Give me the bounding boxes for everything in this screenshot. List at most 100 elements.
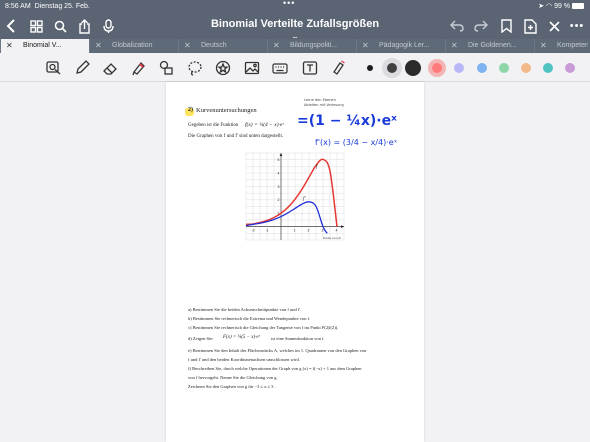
color-swatch-orange[interactable]: [521, 63, 531, 73]
tab-binomial[interactable]: ✕ Binomial V...: [0, 39, 94, 53]
tab-close-icon[interactable]: ✕: [451, 39, 458, 53]
tab-close-icon[interactable]: ✕: [95, 39, 102, 53]
pen-icon[interactable]: [73, 59, 91, 77]
x-tick-label: 3: [322, 229, 324, 233]
color-swatch-teal[interactable]: [543, 63, 553, 73]
x-tick-label: 2: [308, 229, 310, 233]
status-time: 8:56 AM: [5, 3, 31, 10]
multitasking-dots-icon[interactable]: •••: [283, 0, 295, 10]
task-number: 2): [188, 107, 193, 113]
task-b: b) Bestimmen Sie rechnerisch die Extrema…: [188, 316, 311, 321]
x-tick-label: -2: [252, 229, 255, 233]
color-swatch-black-large[interactable]: [405, 60, 421, 76]
tab-die-goldenen[interactable]: ✕ Die Goldenen...: [445, 39, 539, 53]
color-swatch-darkgray[interactable]: [387, 63, 397, 73]
close-icon[interactable]: [544, 16, 564, 36]
handwritten-derivative: f'(x) = (3/4 − x/4)·eˣ: [315, 138, 398, 147]
color-swatch-red[interactable]: [432, 63, 442, 73]
x-tick-label: 4: [336, 229, 338, 233]
tab-close-icon[interactable]: ✕: [362, 39, 369, 53]
task-a: a) Bestimmen Sie die beiden Achsenschnit…: [188, 307, 302, 312]
microphone-icon[interactable]: [98, 16, 118, 36]
task-title: Kurvenuntersuchungen: [196, 107, 257, 114]
battery-icon: [572, 3, 584, 10]
tab-bar: ✕ Binomial V... ✕ Globalization ✕ Deutsch ✕…: [0, 38, 590, 53]
y-tick-label: 3: [278, 185, 280, 189]
grid-view-icon[interactable]: [26, 16, 46, 36]
tab-close-icon[interactable]: ✕: [6, 39, 13, 53]
title-bar: Binomial Verteilte Zufallsgrößen ⌄ •••: [0, 13, 590, 41]
wifi-icon: ◠: [546, 3, 553, 10]
shapes-icon[interactable]: [157, 59, 175, 77]
star-sticker-icon[interactable]: [214, 59, 232, 77]
image-icon[interactable]: [243, 59, 261, 77]
keyboard-icon[interactable]: [271, 59, 289, 77]
text-box-icon[interactable]: [301, 59, 319, 77]
lasso-icon[interactable]: [186, 59, 204, 77]
color-swatch-lavender[interactable]: [454, 63, 464, 73]
margin-note-1: Lerne den Ebenen: [304, 98, 336, 102]
more-icon[interactable]: •••: [567, 16, 587, 36]
tab-bildungspolitik[interactable]: ✕ Bildungspoliti...: [267, 39, 361, 53]
highlighter-icon[interactable]: [129, 59, 147, 77]
tab-paedagogik[interactable]: ✕ Pädagogik Ler...: [356, 39, 450, 53]
task-d: d) Zeigen Sie:: [188, 336, 214, 341]
label-fprime: f': [303, 197, 306, 202]
tab-deutsch[interactable]: ✕ Deutsch: [178, 39, 272, 53]
function-definition: f(x) = ¼(4 − x)·eˣ: [245, 122, 284, 128]
curve-f: [245, 158, 338, 227]
tool-bar: [0, 53, 590, 82]
status-bar: 8:56 AM Dienstag 25. Feb. ••• ➤ ◠ 99 %: [0, 0, 590, 13]
color-swatch-blue[interactable]: [477, 63, 487, 73]
tab-label: Binomial V...: [23, 42, 62, 49]
redo-icon[interactable]: [471, 16, 491, 36]
tab-label: Die Goldenen...: [468, 42, 517, 49]
color-swatch-green[interactable]: [499, 63, 509, 73]
function-graph: -2 -1 1 2 3 4 54321 f f' Moodle.com.pdf: [245, 152, 345, 241]
status-time-date: 8:56 AM Dienstag 25. Feb.: [5, 0, 90, 13]
y-tick-label: 5: [278, 158, 280, 162]
color-swatch-black-small[interactable]: [367, 65, 373, 71]
tab-globalization[interactable]: ✕ Globalization: [89, 39, 183, 53]
back-icon[interactable]: [2, 16, 22, 36]
task-f-line2: von f hervorgeht. Nenne Sie die Gleichun…: [188, 375, 278, 380]
given-text: Gegeben ist die Funktion: [188, 123, 239, 128]
task-e-line2: f und f' und den beiden Koordinatenachse…: [188, 357, 300, 362]
task-f-line1: f) Beschreiben Sie, durch welche Operati…: [188, 366, 362, 371]
y-tick-label: 4: [278, 171, 280, 175]
graph-caption: Moodle.com.pdf: [323, 237, 341, 240]
handwritten-rewrite: =(1 − ¼x)·eˣ: [297, 113, 397, 129]
undo-icon[interactable]: [447, 16, 467, 36]
status-date: Dienstag 25. Feb.: [34, 3, 90, 10]
eraser-icon[interactable]: [101, 59, 119, 77]
share-icon[interactable]: [74, 16, 94, 36]
notebook-page[interactable]: 2) Kurvenuntersuchungen Lerne den Ebenen…: [166, 82, 424, 442]
tab-close-icon[interactable]: ✕: [540, 39, 547, 53]
task-f-line3: Zeichnen Sie den Graphen von g für −3 ≤ …: [188, 384, 276, 389]
y-axis-arrow-icon: [279, 153, 283, 156]
tab-label: Deutsch: [201, 42, 227, 49]
label-f: f: [316, 165, 318, 170]
task-c: c) Bestimmen Sie rechnerisch die Gleichu…: [188, 325, 339, 330]
color-swatch-purple[interactable]: [565, 63, 575, 73]
search-icon[interactable]: [50, 16, 70, 36]
graphs-text: Die Graphen von f und f' sind unten darg…: [188, 134, 284, 139]
document-title-text: Binomial Verteilte Zufallsgrößen: [210, 18, 380, 30]
tab-close-icon[interactable]: ✕: [273, 39, 280, 53]
add-page-icon[interactable]: [520, 16, 540, 36]
laser-pointer-icon[interactable]: [329, 59, 347, 77]
x-tick-label: 1: [294, 229, 296, 233]
tab-close-icon[interactable]: ✕: [184, 39, 191, 53]
lasso-zoom-icon[interactable]: [45, 59, 63, 77]
tab-label: Globalization: [112, 42, 153, 49]
tab-label: Kompeten...: [557, 42, 588, 49]
tab-kompetenz[interactable]: ✕ Kompeten...: [534, 39, 590, 53]
bookmark-icon[interactable]: [496, 16, 516, 36]
task-d-formula: F(x) = ¼(5 − x)·eˣ: [223, 335, 261, 340]
x-tick-label: -1: [266, 229, 269, 233]
y-tick-label: 2: [278, 198, 280, 202]
task-d-suffix: ist eine Stammfunktion von f.: [271, 336, 325, 341]
y-tick-labels: 54321: [278, 158, 280, 216]
x-axis-arrow-icon: [341, 225, 344, 228]
battery-percent: 99 %: [554, 3, 571, 10]
